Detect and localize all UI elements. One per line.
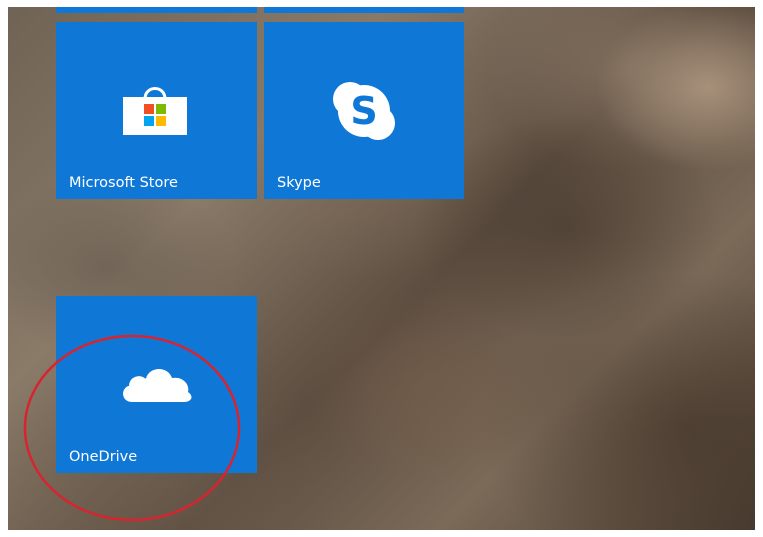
partial-tile-left[interactable] (56, 7, 257, 13)
desktop-background: Microsoft Store S Skype OneDrive (8, 7, 755, 530)
onedrive-label: OneDrive (69, 449, 138, 465)
skype-tile[interactable]: S Skype (264, 22, 464, 199)
skype-icon: S (333, 82, 395, 140)
skype-label: Skype (277, 175, 321, 191)
partial-tile-right[interactable] (264, 7, 464, 13)
svg-text:S: S (350, 89, 377, 133)
microsoft-store-label: Microsoft Store (69, 175, 178, 191)
store-bag-icon (123, 87, 187, 135)
cloud-icon (123, 369, 192, 402)
microsoft-store-tile[interactable]: Microsoft Store (56, 22, 257, 199)
onedrive-tile[interactable]: OneDrive (56, 296, 257, 473)
